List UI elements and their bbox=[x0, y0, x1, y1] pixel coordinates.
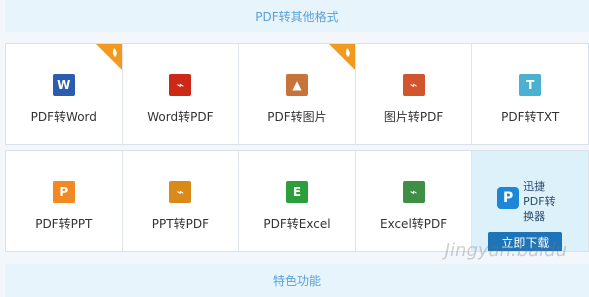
watermark: Jingyan.baidu bbox=[444, 240, 567, 261]
convert-option-r1-2[interactable]: ▲ PDF转图片 bbox=[239, 44, 356, 144]
file-type-icon: T bbox=[519, 74, 542, 96]
convert-option-label: PDF转图片 bbox=[267, 110, 327, 124]
file-type-icon: ⌁ bbox=[402, 74, 425, 96]
convert-option-r1-3[interactable]: ⌁ 图片转PDF bbox=[356, 44, 473, 144]
file-type-icon: ⌁ bbox=[169, 181, 192, 203]
promo-app-card[interactable]: P 迅捷 PDF转 换器 立即下载 bbox=[472, 151, 588, 251]
convert-option-r2-1[interactable]: ⌁ PPT转PDF bbox=[123, 151, 240, 251]
file-type-icon: ⌁ bbox=[402, 181, 425, 203]
convert-option-label: PDF转Excel bbox=[263, 217, 331, 231]
promo-header: P 迅捷 PDF转 换器 bbox=[497, 179, 563, 224]
convert-option-label: 图片转PDF bbox=[383, 110, 444, 124]
convert-option-label: Word转PDF bbox=[147, 110, 214, 124]
convert-option-r2-0[interactable]: P PDF转PPT bbox=[6, 151, 123, 251]
convert-option-r1-0[interactable]: W PDF转Word bbox=[6, 44, 123, 144]
convert-option-label: PDF转PPT bbox=[35, 217, 93, 231]
file-type-icon: W bbox=[52, 74, 75, 96]
convert-option-label: PDF转TXT bbox=[501, 110, 560, 124]
hot-flame-icon bbox=[328, 44, 355, 70]
convert-option-r2-2[interactable]: E PDF转Excel bbox=[239, 151, 356, 251]
app-logo-icon: P bbox=[497, 187, 520, 209]
promo-name-line1: 迅捷 bbox=[523, 180, 546, 193]
convert-grid-row1: W PDF转Word ⌁ Word转PDF ▲ PDF转图片 ⌁ 图片转PDF T PDF转TXT bbox=[5, 43, 589, 145]
promo-name-line3: 换器 bbox=[523, 210, 546, 223]
file-type-icon: ▲ bbox=[285, 74, 308, 96]
convert-option-label: PDF转Word bbox=[30, 110, 97, 124]
section-title: 特色功能 bbox=[272, 274, 321, 288]
file-type-icon: ⌁ bbox=[169, 74, 192, 96]
file-type-icon: P bbox=[52, 181, 75, 203]
section-header-pdf-convert: PDF转其他格式 bbox=[5, 0, 589, 32]
promo-name-line2: PDF转 bbox=[523, 195, 556, 208]
convert-option-r2-3[interactable]: ⌁ Excel转PDF bbox=[356, 151, 473, 251]
file-type-icon: E bbox=[285, 181, 308, 203]
section-title: PDF转其他格式 bbox=[255, 9, 339, 24]
convert-option-label: Excel转PDF bbox=[379, 217, 448, 231]
convert-grid-row2: P PDF转PPT ⌁ PPT转PDF E PDF转Excel ⌁ Excel转PDF P 迅… bbox=[5, 150, 589, 252]
convert-option-r1-4[interactable]: T PDF转TXT bbox=[472, 44, 588, 144]
convert-option-r1-1[interactable]: ⌁ Word转PDF bbox=[123, 44, 240, 144]
hot-flame-icon bbox=[95, 44, 122, 70]
promo-app-name: 迅捷 PDF转 换器 bbox=[523, 179, 563, 224]
convert-option-label: PPT转PDF bbox=[151, 217, 209, 231]
section-header-features: 特色功能 bbox=[5, 264, 589, 297]
